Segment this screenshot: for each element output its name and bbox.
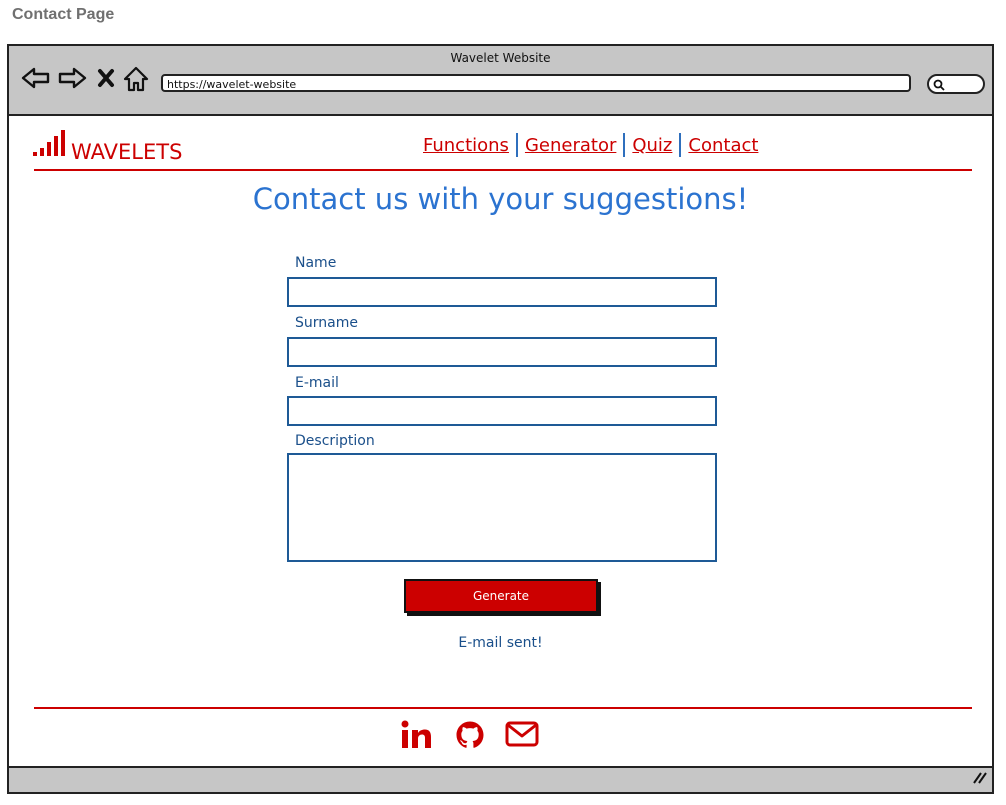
stop-icon[interactable]: [97, 68, 115, 93]
brand-name: WAVELETS: [71, 140, 183, 164]
signal-bars-icon: [33, 130, 65, 163]
description-label: Description: [295, 433, 375, 449]
back-arrow-icon[interactable]: [21, 66, 51, 95]
generate-button[interactable]: Generate: [404, 579, 598, 613]
name-label: Name: [295, 255, 337, 271]
surname-label: Surname: [295, 315, 358, 331]
url-bar[interactable]: https://wavelet-website: [161, 74, 911, 92]
mail-icon[interactable]: [505, 720, 539, 753]
name-input[interactable]: [287, 277, 717, 307]
page-heading: Contact us with your suggestions!: [252, 182, 749, 216]
top-navigation: Functions Generator Quiz Contact: [423, 133, 758, 157]
resize-grip-icon[interactable]: [972, 770, 988, 789]
linkedin-icon[interactable]: [400, 720, 432, 755]
nav-divider: [679, 133, 682, 157]
nav-link-quiz[interactable]: Quiz: [632, 135, 672, 156]
nav-link-functions[interactable]: Functions: [423, 135, 509, 156]
browser-statusbar: [9, 766, 992, 792]
window-title: Wavelet Website: [450, 51, 551, 65]
site-brand[interactable]: WAVELETS: [33, 130, 182, 163]
description-textarea[interactable]: [287, 453, 717, 562]
header-divider: [34, 169, 972, 171]
page-label: Contact Page: [12, 6, 115, 23]
nav-link-contact[interactable]: Contact: [688, 135, 758, 156]
browser-titlebar: Wavelet Website https://wavelet-website: [9, 46, 992, 116]
nav-divider: [623, 133, 626, 157]
nav-divider: [515, 133, 518, 157]
github-icon[interactable]: [455, 720, 485, 755]
email-sent-status: E-mail sent!: [458, 635, 543, 651]
search-icon: [933, 78, 945, 96]
footer-divider: [34, 707, 972, 709]
browser-search-button[interactable]: [927, 74, 985, 94]
forward-arrow-icon[interactable]: [57, 66, 87, 95]
home-icon[interactable]: [123, 66, 149, 97]
email-input[interactable]: [287, 396, 717, 426]
surname-input[interactable]: [287, 337, 717, 367]
browser-window: Wavelet Website https://wavelet-website: [7, 44, 994, 794]
nav-link-generator[interactable]: Generator: [525, 135, 616, 156]
email-label: E-mail: [295, 375, 339, 391]
